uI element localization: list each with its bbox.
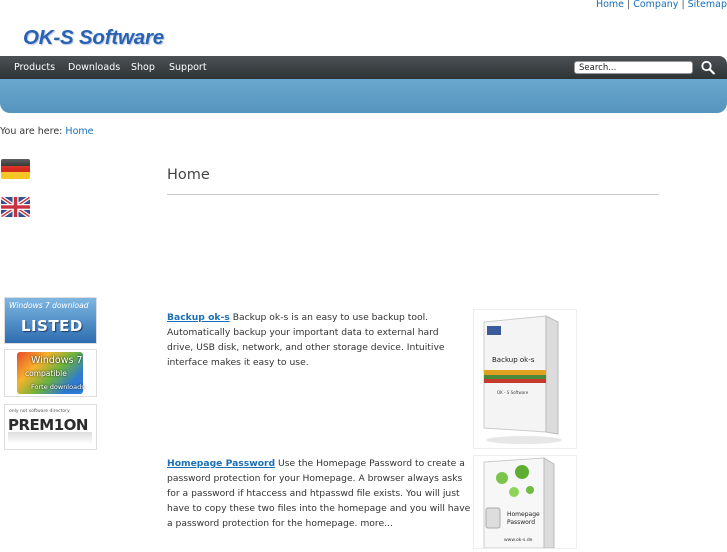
separator: | bbox=[627, 0, 631, 10]
breadcrumb-home-link[interactable]: Home bbox=[65, 126, 93, 137]
separator: | bbox=[681, 0, 685, 10]
breadcrumb-label: You are here: bbox=[0, 126, 63, 137]
windows7-compatible-badge[interactable]: Windows 7 compatible Forte downloads bbox=[4, 349, 97, 397]
search-input[interactable] bbox=[574, 61, 693, 74]
breadcrumb: You are here: Home bbox=[0, 126, 93, 137]
backup-oks-link[interactable]: Backup ok-s bbox=[167, 312, 230, 323]
badge-top-text: Windows 7 bbox=[31, 355, 83, 366]
site-logo[interactable]: OK-S Software bbox=[23, 26, 164, 50]
badge-sub-text: Forte downloads bbox=[31, 383, 85, 391]
product-box-label: Homepage bbox=[507, 511, 540, 518]
top-link-sitemap[interactable]: Sitemap bbox=[688, 0, 727, 10]
product-box-label: Backup ok-s bbox=[492, 356, 535, 364]
product-box-image bbox=[483, 457, 555, 549]
windows7-download-listed-badge[interactable]: Windows 7 download LISTED bbox=[4, 297, 97, 344]
product-box-image bbox=[483, 315, 562, 444]
title-divider bbox=[167, 194, 659, 195]
product-backup-description: Backup ok-s Backup ok-s is an easy to us… bbox=[167, 310, 467, 370]
badge-top-text: only not software directory bbox=[9, 409, 70, 414]
search-icon[interactable] bbox=[701, 60, 715, 75]
uk-flag-icon[interactable] bbox=[1, 197, 30, 217]
backup-oks-product-box[interactable]: Backup ok-s OK - S Software bbox=[473, 309, 577, 449]
product-homepage-password-description: Homepage Password Use the Homepage Passw… bbox=[167, 456, 472, 531]
page-title: Home bbox=[167, 167, 210, 183]
badge-main-text: compatible bbox=[25, 369, 67, 378]
product-box-maker: OK - S Software bbox=[497, 390, 529, 395]
premion-badge[interactable]: only not software directory PREM1ON bbox=[4, 404, 97, 450]
badge-main-text: LISTED bbox=[21, 317, 83, 335]
top-link-home[interactable]: Home bbox=[596, 0, 624, 10]
top-link-company[interactable]: Company bbox=[633, 0, 678, 10]
header-banner bbox=[0, 79, 727, 113]
homepage-password-product-box[interactable]: Homepage Password www.ok-s.de bbox=[473, 455, 577, 549]
nav-downloads[interactable]: Downloads bbox=[68, 62, 120, 73]
top-links: Home | Company | Sitemap bbox=[596, 0, 727, 10]
german-flag-icon[interactable] bbox=[1, 159, 30, 179]
nav-support[interactable]: Support bbox=[169, 62, 207, 73]
homepage-password-link[interactable]: Homepage Password bbox=[167, 458, 275, 469]
nav-products[interactable]: Products bbox=[14, 62, 55, 73]
product-box-url: www.ok-s.de bbox=[504, 538, 533, 543]
nav-shop[interactable]: Shop bbox=[131, 62, 155, 73]
product-box-label: Password bbox=[507, 519, 536, 526]
badge-top-text: Windows 7 download bbox=[9, 301, 89, 310]
badge-reflection bbox=[8, 432, 92, 444]
